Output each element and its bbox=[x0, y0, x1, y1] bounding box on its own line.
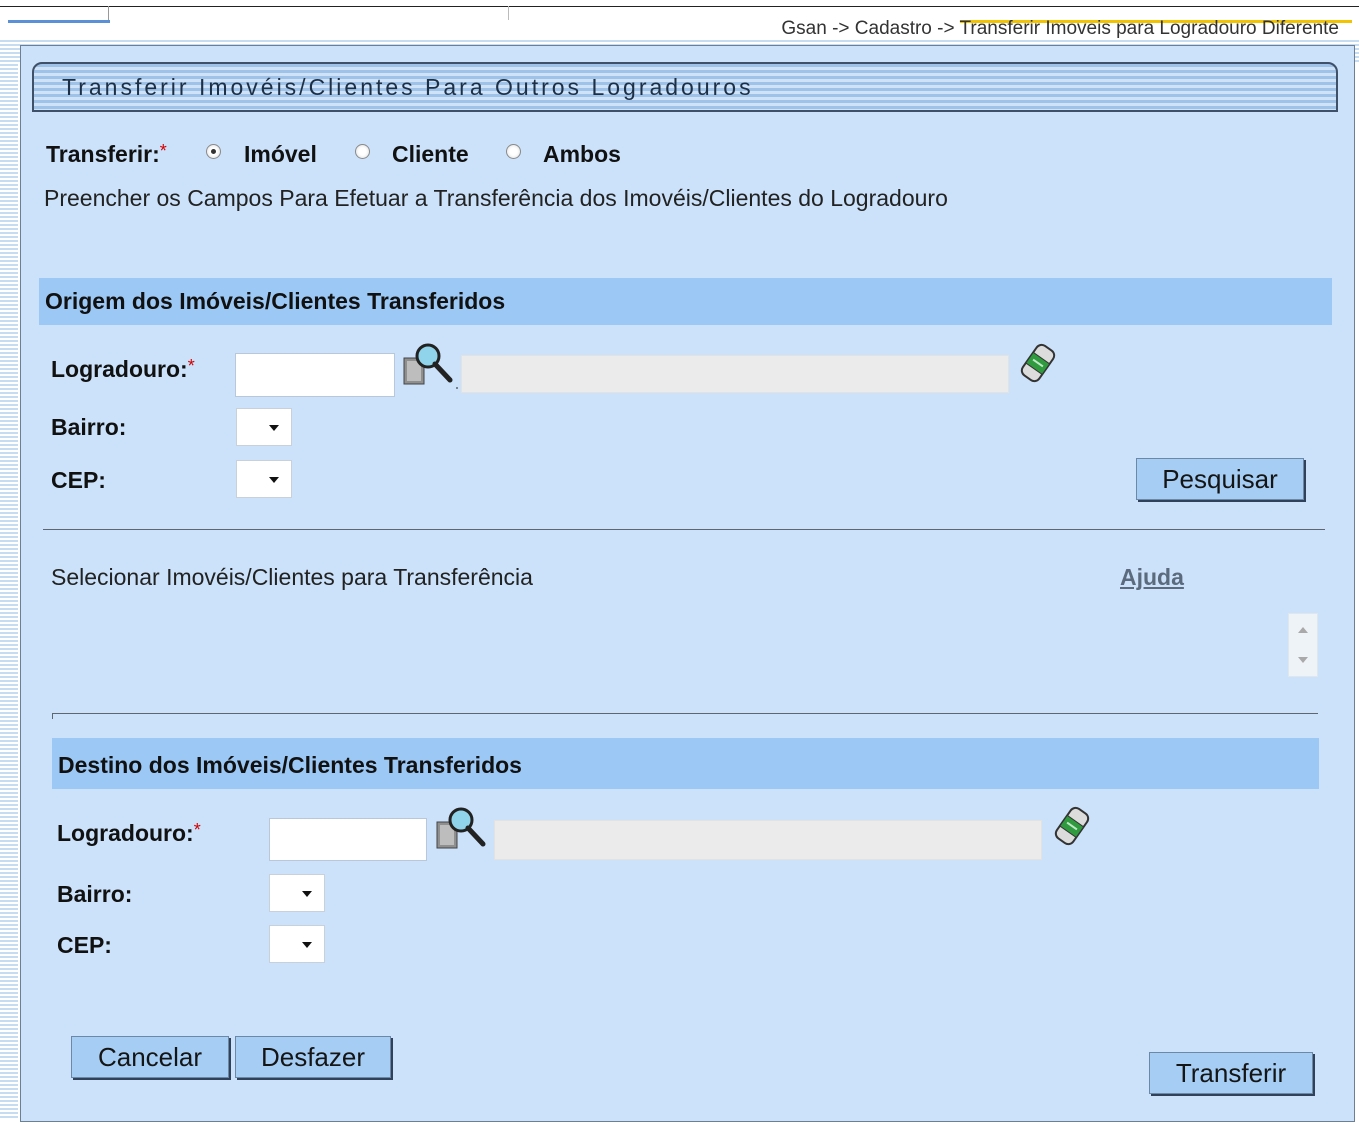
origem-cep-label: CEP: bbox=[51, 467, 106, 493]
destino-section-header: Destino dos Imóveis/Clientes Transferido… bbox=[52, 738, 1319, 789]
divider bbox=[43, 529, 1325, 530]
desfazer-button[interactable]: Desfazer bbox=[235, 1036, 391, 1078]
scroll-down-icon[interactable] bbox=[1298, 657, 1308, 663]
pesquisar-button[interactable]: Pesquisar bbox=[1136, 458, 1304, 500]
breadcrumb: Gsan -> Cadastro -> Transferir Imoveis p… bbox=[781, 18, 1339, 39]
radio-ambos-label[interactable]: Ambos bbox=[543, 141, 621, 168]
origem-bairro-select[interactable] bbox=[236, 408, 292, 446]
origem-cep-select[interactable] bbox=[236, 460, 292, 498]
search-icon[interactable] bbox=[402, 342, 460, 390]
ajuda-link[interactable]: Ajuda bbox=[1120, 564, 1184, 591]
radio-cliente[interactable] bbox=[355, 144, 370, 159]
origem-bairro-label: Bairro: bbox=[51, 414, 127, 440]
eraser-icon[interactable] bbox=[1051, 806, 1093, 846]
selection-list-scrollbar[interactable] bbox=[1288, 613, 1318, 677]
destino-cep-select[interactable] bbox=[269, 925, 325, 963]
search-icon[interactable] bbox=[435, 806, 491, 854]
radio-ambos[interactable] bbox=[506, 144, 521, 159]
radio-cliente-label[interactable]: Cliente bbox=[392, 141, 469, 168]
transferir-label: Transferir:* bbox=[46, 141, 167, 167]
destino-bairro-select[interactable] bbox=[269, 874, 325, 912]
destino-cep-label: CEP: bbox=[57, 932, 112, 958]
top-accent-blue bbox=[8, 20, 110, 23]
destino-logradouro-label: Logradouro:* bbox=[57, 820, 201, 846]
origem-logradouro-input[interactable] bbox=[235, 353, 395, 397]
origem-logradouro-description bbox=[461, 355, 1009, 393]
radio-imovel-label[interactable]: Imóvel bbox=[244, 141, 317, 168]
radio-imovel[interactable] bbox=[206, 144, 221, 159]
top-rule-tick bbox=[108, 6, 109, 20]
eraser-icon[interactable] bbox=[1017, 343, 1059, 383]
destino-logradouro-description bbox=[494, 820, 1042, 860]
origem-logradouro-label: Logradouro:* bbox=[51, 356, 195, 382]
top-rule-tick bbox=[508, 6, 509, 20]
transferir-button[interactable]: Transferir bbox=[1149, 1052, 1313, 1094]
destino-bairro-label: Bairro: bbox=[57, 881, 133, 907]
page-title: Transferir Imovéis/Clientes Para Outros … bbox=[62, 74, 754, 100]
origem-section-header: Origem dos Imóveis/Clientes Transferidos bbox=[39, 278, 1332, 325]
divider-tick bbox=[52, 713, 53, 719]
divider bbox=[52, 713, 1318, 714]
destino-logradouro-input[interactable] bbox=[269, 818, 427, 861]
scroll-up-icon[interactable] bbox=[1298, 627, 1308, 633]
instructions-text: Preencher os Campos Para Efetuar a Trans… bbox=[44, 185, 948, 211]
selecionar-label: Selecionar Imovéis/Clientes para Transfe… bbox=[51, 564, 533, 590]
decorative-stripes bbox=[0, 40, 18, 1120]
top-rule bbox=[0, 6, 1359, 7]
cancelar-button[interactable]: Cancelar bbox=[71, 1036, 229, 1078]
